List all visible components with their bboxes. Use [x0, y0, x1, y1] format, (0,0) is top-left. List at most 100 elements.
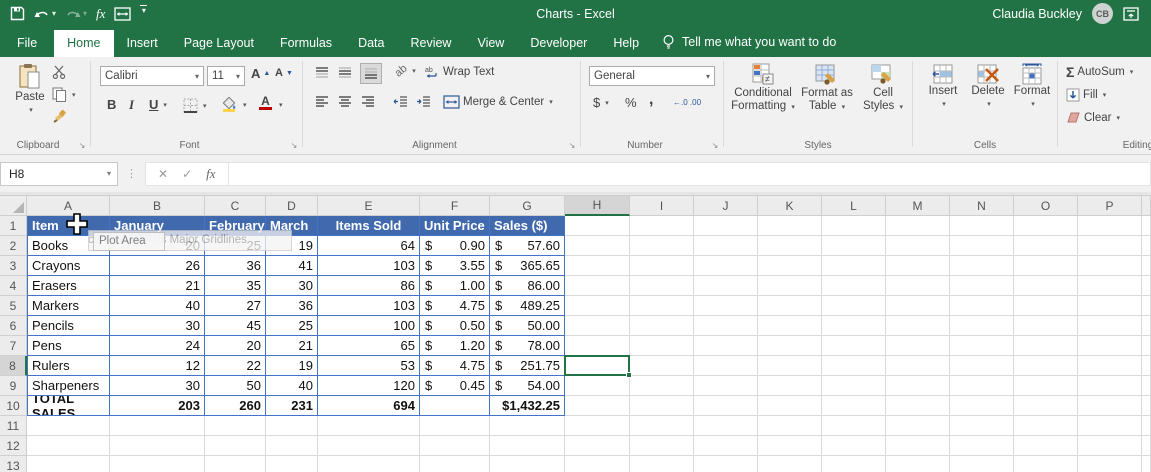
- percent-style-button[interactable]: %: [625, 95, 637, 110]
- cell-B7[interactable]: 24: [110, 336, 205, 356]
- formula-input[interactable]: [228, 161, 1151, 186]
- cell-C4[interactable]: 35: [205, 276, 266, 296]
- row-header-10[interactable]: 10: [0, 396, 27, 416]
- cell-K12[interactable]: [758, 436, 822, 456]
- cell-L4[interactable]: [822, 276, 886, 296]
- cell-H5[interactable]: [565, 296, 630, 316]
- cell-H11[interactable]: [565, 416, 630, 436]
- cell-G9[interactable]: $54.00: [490, 376, 565, 396]
- cell-F13[interactable]: [420, 456, 490, 472]
- cell-F7[interactable]: $1.20: [420, 336, 490, 356]
- cell-C11[interactable]: [205, 416, 266, 436]
- cell-P5[interactable]: [1078, 296, 1142, 316]
- cell-O5[interactable]: [1014, 296, 1078, 316]
- cell-A3[interactable]: Crayons: [27, 256, 110, 276]
- cell-P8[interactable]: [1078, 356, 1142, 376]
- cell-N10[interactable]: [950, 396, 1014, 416]
- cell-N4[interactable]: [950, 276, 1014, 296]
- cell-H7[interactable]: [565, 336, 630, 356]
- cell-N3[interactable]: [950, 256, 1014, 276]
- cell-X12[interactable]: [1142, 436, 1151, 456]
- cell-H4[interactable]: [565, 276, 630, 296]
- cell-F11[interactable]: [420, 416, 490, 436]
- cell-G4[interactable]: $86.00: [490, 276, 565, 296]
- column-header-D[interactable]: D: [266, 196, 318, 216]
- autosum-button[interactable]: Σ AutoSum ▾: [1066, 64, 1133, 80]
- cell-B8[interactable]: 12: [110, 356, 205, 376]
- cell-F3[interactable]: $3.55: [420, 256, 490, 276]
- redo-button[interactable]: ▾: [65, 5, 87, 23]
- format-painter-button[interactable]: [52, 109, 67, 124]
- cell-X1[interactable]: [1142, 216, 1151, 236]
- paste-button[interactable]: Paste ▾: [8, 63, 52, 117]
- cell-H9[interactable]: [565, 376, 630, 396]
- cell-J4[interactable]: [694, 276, 758, 296]
- decrease-indent-button[interactable]: [393, 95, 408, 108]
- insert-function-icon[interactable]: fx: [206, 166, 215, 182]
- cell-P12[interactable]: [1078, 436, 1142, 456]
- cell-A4[interactable]: Erasers: [27, 276, 110, 296]
- cell-O3[interactable]: [1014, 256, 1078, 276]
- cell-L1[interactable]: [822, 216, 886, 236]
- cell-B3[interactable]: 26: [110, 256, 205, 276]
- bold-button[interactable]: B: [107, 97, 116, 112]
- insert-function-button[interactable]: fx: [96, 5, 105, 23]
- cell-P9[interactable]: [1078, 376, 1142, 396]
- cell-D6[interactable]: 25: [266, 316, 318, 336]
- font-size-select[interactable]: 11 ▾: [207, 66, 245, 86]
- column-header-P[interactable]: P: [1078, 196, 1142, 216]
- cell-K8[interactable]: [758, 356, 822, 376]
- merge-center-quick-button[interactable]: [114, 5, 132, 23]
- alignment-dialog-launcher[interactable]: ↘: [567, 141, 577, 151]
- cell-E7[interactable]: 65: [318, 336, 420, 356]
- cell-D5[interactable]: 36: [266, 296, 318, 316]
- borders-button[interactable]: ▾: [183, 98, 207, 113]
- cell-P3[interactable]: [1078, 256, 1142, 276]
- column-header-K[interactable]: K: [758, 196, 822, 216]
- row-header-9[interactable]: 9: [0, 376, 27, 396]
- cell-M3[interactable]: [886, 256, 950, 276]
- cell-O4[interactable]: [1014, 276, 1078, 296]
- cell-X6[interactable]: [1142, 316, 1151, 336]
- row-header-4[interactable]: 4: [0, 276, 27, 296]
- cell-F2[interactable]: $0.90: [420, 236, 490, 256]
- cell-F6[interactable]: $0.50: [420, 316, 490, 336]
- cell-E8[interactable]: 53: [318, 356, 420, 376]
- tell-me-box[interactable]: Tell me what you want to do: [652, 28, 846, 57]
- cell-L2[interactable]: [822, 236, 886, 256]
- cell-F12[interactable]: [420, 436, 490, 456]
- cell-H10[interactable]: [565, 396, 630, 416]
- cell-O12[interactable]: [1014, 436, 1078, 456]
- clipboard-dialog-launcher[interactable]: ↘: [77, 141, 87, 151]
- cell-O7[interactable]: [1014, 336, 1078, 356]
- column-header-H[interactable]: H: [565, 196, 630, 216]
- cell-I12[interactable]: [630, 436, 694, 456]
- cell-O10[interactable]: [1014, 396, 1078, 416]
- cell-P4[interactable]: [1078, 276, 1142, 296]
- cell-M11[interactable]: [886, 416, 950, 436]
- cell-M1[interactable]: [886, 216, 950, 236]
- cell-J10[interactable]: [694, 396, 758, 416]
- align-right-button[interactable]: [361, 95, 375, 108]
- cell-N13[interactable]: [950, 456, 1014, 472]
- cell-D10[interactable]: 231: [266, 396, 318, 416]
- accounting-format-button[interactable]: $ ▾: [593, 95, 609, 110]
- cell-I9[interactable]: [630, 376, 694, 396]
- cell-X13[interactable]: [1142, 456, 1151, 472]
- cell-C9[interactable]: 50: [205, 376, 266, 396]
- cell-B10[interactable]: 203: [110, 396, 205, 416]
- cell-I4[interactable]: [630, 276, 694, 296]
- cell-X7[interactable]: [1142, 336, 1151, 356]
- tab-data[interactable]: Data: [345, 30, 397, 57]
- cell-L3[interactable]: [822, 256, 886, 276]
- cell-X10[interactable]: [1142, 396, 1151, 416]
- cell-C7[interactable]: 20: [205, 336, 266, 356]
- number-dialog-launcher[interactable]: ↘: [710, 141, 720, 151]
- cell-E13[interactable]: [318, 456, 420, 472]
- row-header-12[interactable]: 12: [0, 436, 27, 456]
- cell-E11[interactable]: [318, 416, 420, 436]
- cell-L5[interactable]: [822, 296, 886, 316]
- column-header-O[interactable]: O: [1014, 196, 1078, 216]
- cell-G6[interactable]: $50.00: [490, 316, 565, 336]
- cell-J7[interactable]: [694, 336, 758, 356]
